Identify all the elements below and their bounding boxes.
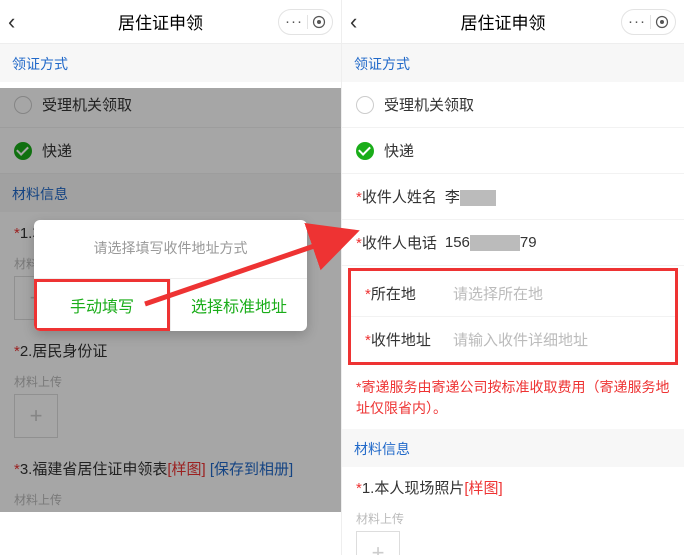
more-icon[interactable]: ··· (285, 14, 303, 29)
modal-manual-button[interactable]: 手动填写 (34, 279, 170, 331)
address-row[interactable]: *收件地址 请输入收件详细地址 (351, 317, 675, 362)
recipient-phone-value: 15679 (445, 234, 670, 251)
recipient-name-row[interactable]: *收件人姓名 李 (342, 174, 684, 220)
close-target-icon[interactable] (655, 15, 669, 29)
upload-label: 材料上传 (342, 508, 684, 531)
back-icon[interactable]: ‹ (8, 9, 15, 35)
modal-title: 请选择填写收件地址方式 (34, 220, 307, 278)
radio-checked-icon (356, 142, 374, 160)
capsule-menu[interactable]: ··· (278, 9, 333, 35)
material-item-1: *1.本人现场照片[样图] (342, 467, 684, 508)
radio-express-label: 快递 (384, 140, 414, 161)
capsule-menu[interactable]: ··· (621, 9, 676, 35)
upload-box[interactable]: + (356, 531, 400, 555)
section-method: 领证方式 (342, 44, 684, 82)
close-target-icon[interactable] (312, 15, 326, 29)
recipient-phone-row[interactable]: *收件人电话 15679 (342, 220, 684, 266)
radio-pickup-label: 受理机关领取 (384, 94, 474, 115)
page-title: 居住证申领 (400, 9, 606, 34)
address-method-modal: 请选择填写收件地址方式 手动填写 选择标准地址 (34, 220, 307, 331)
back-icon[interactable]: ‹ (350, 9, 357, 35)
radio-express[interactable]: 快递 (342, 128, 684, 174)
highlight-box: *所在地 请选择所在地 *收件地址 请输入收件详细地址 (348, 268, 678, 365)
radio-unchecked-icon (356, 96, 374, 114)
address-placeholder: 请输入收件详细地址 (453, 329, 661, 350)
section-materials: 材料信息 (342, 429, 684, 467)
recipient-name-value: 李 (445, 186, 670, 207)
location-placeholder: 请选择所在地 (453, 283, 661, 304)
shipping-note: *寄递服务由寄递公司按标准收取费用（寄递服务地址仅限省内）。 (342, 367, 684, 429)
radio-pickup[interactable]: 受理机关领取 (342, 82, 684, 128)
modal-standard-button[interactable]: 选择标准地址 (170, 279, 307, 331)
header: ‹ 居住证申领 ··· (342, 0, 684, 44)
section-method: 领证方式 (0, 44, 341, 82)
more-icon[interactable]: ··· (628, 14, 646, 29)
header: ‹ 居住证申领 ··· (0, 0, 341, 44)
page-title: 居住证申领 (58, 9, 263, 34)
location-row[interactable]: *所在地 请选择所在地 (351, 271, 675, 317)
right-screen: ‹ 居住证申领 ··· 领证方式 受理机关领取 快递 *收件人姓名 李 *收件人 (342, 0, 684, 555)
left-screen: ‹ 居住证申领 ··· 领证方式 受理机关领取 快递 材料信息 (0, 0, 342, 555)
